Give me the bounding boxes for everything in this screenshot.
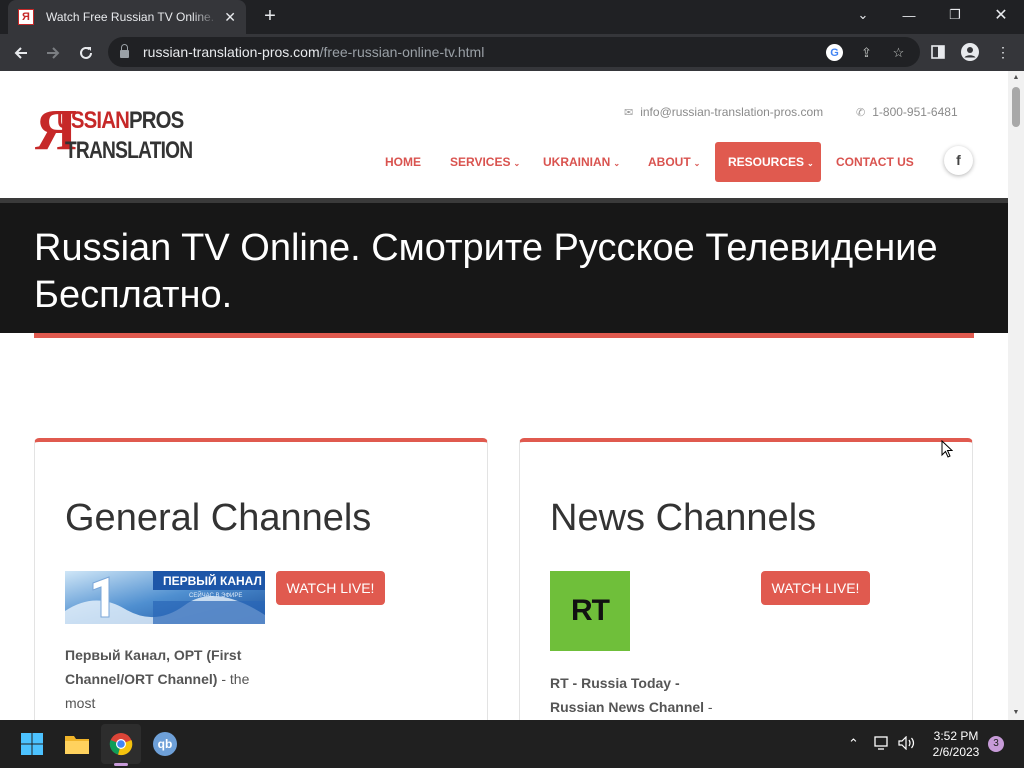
watch-live-button[interactable]: WATCH LIVE! [761, 571, 870, 605]
network-icon[interactable] [874, 736, 890, 753]
close-window-button[interactable]: ✕ [978, 0, 1024, 30]
show-hidden-icons[interactable]: ⌃ [848, 736, 859, 752]
phone-link[interactable]: ✆ 1-800-951-6481 [856, 105, 958, 119]
page-title: Russian TV Online. Смотрите Русское Теле… [34, 227, 938, 316]
hero-banner: Russian TV Online. Смотрите Русское Теле… [0, 203, 1008, 333]
nav-resources[interactable]: RESOURCES ⌄ [715, 142, 821, 182]
facebook-icon[interactable]: f [944, 146, 973, 175]
nav-services[interactable]: SERVICES ⌄ [450, 142, 520, 182]
forward-button[interactable] [40, 40, 66, 66]
tab-search-icon[interactable]: ⌄ [840, 0, 886, 30]
envelope-icon: ✉ [624, 106, 634, 119]
tab-close-icon[interactable]: ✕ [224, 9, 236, 26]
menu-kebab-icon[interactable]: ⋮ [993, 42, 1013, 62]
page-scrollbar[interactable]: ▲ ▼ [1008, 71, 1024, 720]
new-tab-button[interactable]: + [260, 6, 280, 26]
web-page: Я USSIANPROS TRANSLATION ✉ info@russian-… [0, 71, 1008, 720]
windows-start-icon[interactable] [12, 724, 52, 764]
browser-toolbar: russian-translation-pros.com/free-russia… [0, 34, 1024, 71]
share-icon[interactable]: ⇪ [858, 44, 875, 61]
file-explorer-icon[interactable] [57, 724, 97, 764]
channel-one-thumbnail[interactable]: ПЕРВЫЙ КАНАЛ СЕЙЧАС В ЭФИРЕ [65, 571, 265, 624]
hero-accent-bar [34, 333, 974, 338]
nav-home[interactable]: HOME [385, 142, 421, 182]
back-button[interactable] [8, 40, 34, 66]
chevron-down-icon: ⌄ [693, 159, 701, 168]
google-lens-icon[interactable]: G [826, 44, 843, 61]
tab-title: Watch Free Russian TV Online. Смотрите [46, 10, 218, 24]
active-app-indicator [114, 763, 128, 766]
bookmark-star-icon[interactable]: ☆ [890, 44, 907, 61]
scroll-up-icon[interactable]: ▲ [1008, 71, 1024, 85]
scroll-thumb[interactable] [1012, 87, 1020, 127]
site-header: Я USSIANPROS TRANSLATION ✉ info@russian-… [0, 71, 1008, 198]
email-link[interactable]: ✉ info@russian-translation-pros.com [624, 105, 823, 119]
minimize-button[interactable]: — [886, 0, 932, 30]
chevron-down-icon: ⌄ [807, 159, 814, 168]
chevron-down-icon: ⌄ [613, 159, 621, 168]
windows-taskbar: qb ⌃ 3:52 PM 2/6/2023 3 [0, 720, 1024, 768]
scroll-down-icon[interactable]: ▼ [1008, 706, 1024, 720]
site-logo[interactable]: Я USSIANPROS TRANSLATION [35, 101, 193, 168]
qbittorrent-icon[interactable]: qb [145, 724, 185, 764]
browser-tab[interactable]: Я Watch Free Russian TV Online. Смотрите… [8, 0, 246, 34]
system-clock[interactable]: 3:52 PM 2/6/2023 [928, 728, 984, 760]
lock-icon[interactable] [120, 43, 129, 58]
card-title: News Channels [550, 497, 817, 539]
address-bar[interactable]: russian-translation-pros.com/free-russia… [108, 37, 920, 67]
channel-description: Первый Канал, ОРТ (First Channel/ORT Cha… [65, 647, 250, 711]
notification-badge[interactable]: 3 [988, 736, 1004, 752]
channel-description: RT - Russia Today - Russian News Channel… [550, 675, 713, 715]
volume-icon[interactable] [898, 735, 916, 753]
profile-icon[interactable] [960, 42, 980, 62]
reload-button[interactable] [73, 40, 99, 66]
card-title: General Channels [65, 497, 372, 539]
phone-icon: ✆ [856, 106, 866, 119]
restore-button[interactable]: ❐ [932, 0, 978, 30]
chrome-taskbar-icon[interactable] [101, 724, 141, 766]
general-channels-card: General Channels ПЕРВЫЙ КАНАЛ СЕЙЧАС В Э… [34, 438, 488, 720]
nav-ukrainian[interactable]: UKRAINIAN ⌄ [543, 142, 620, 182]
nav-contact-us[interactable]: CONTACT US [836, 142, 914, 182]
watch-live-button[interactable]: WATCH LIVE! [276, 571, 385, 605]
site-favicon-icon: Я [18, 9, 34, 25]
nav-about[interactable]: ABOUT ⌄ [648, 142, 700, 182]
side-panel-icon[interactable] [928, 42, 948, 62]
mouse-cursor-icon [941, 439, 954, 464]
url-text: russian-translation-pros.com/free-russia… [143, 44, 485, 60]
browser-titlebar: Я Watch Free Russian TV Online. Смотрите… [0, 0, 1024, 34]
rt-logo-thumbnail[interactable]: RT [550, 571, 630, 651]
news-channels-card: News Channels RT WATCH LIVE! RT - Russia… [519, 438, 973, 720]
chevron-down-icon: ⌄ [513, 159, 521, 168]
